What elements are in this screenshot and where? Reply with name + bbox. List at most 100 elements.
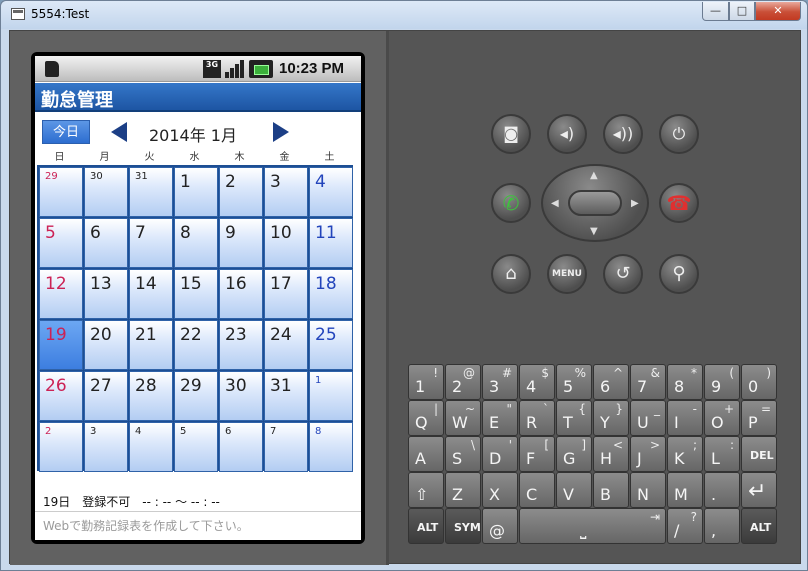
calendar-day-cell[interactable]: 2 [219, 167, 263, 217]
calendar-day-cell[interactable]: 25 [309, 320, 353, 370]
back-icon[interactable]: ↺ [603, 254, 643, 294]
key-comma[interactable]: , [704, 508, 740, 544]
calendar-day-cell[interactable]: 11 [309, 218, 353, 268]
key-X[interactable]: X [482, 472, 518, 508]
calendar-day-cell[interactable]: 1 [309, 371, 353, 421]
device-screen[interactable]: 3G 10:23 PM 勤怠管理 今日 2014年 1月 日 月 火 水 木 金… [35, 56, 361, 540]
calendar-day-cell[interactable]: 28 [129, 371, 173, 421]
minimize-button[interactable]: — [702, 2, 729, 21]
key-p[interactable]: P = [741, 400, 777, 436]
key-u[interactable]: U _ [630, 400, 666, 436]
calendar-day-cell[interactable]: 16 [219, 269, 263, 319]
key-g[interactable]: G] [556, 436, 592, 472]
key-Z[interactable]: Z [445, 472, 481, 508]
calendar-day-cell[interactable]: 8 [309, 422, 353, 472]
calendar-day-cell[interactable]: 7 [264, 422, 308, 472]
calendar-day-cell[interactable]: 5 [39, 218, 83, 268]
menu-button[interactable]: MENU [547, 254, 587, 294]
key-y[interactable]: Y} [593, 400, 629, 436]
hint-text[interactable]: Webで勤務記録表を作成して下さい。 [35, 511, 361, 538]
sym-key[interactable]: SYM [445, 508, 481, 544]
key-at[interactable]: @ [482, 508, 518, 544]
key-4[interactable]: 4 $ [519, 364, 555, 400]
key-2[interactable]: 2 @ [445, 364, 481, 400]
dpad-center-button[interactable] [568, 190, 622, 216]
key-M[interactable]: M [667, 472, 703, 508]
delete-key[interactable]: DEL [741, 436, 777, 472]
key-0[interactable]: 0) [741, 364, 777, 400]
maximize-button[interactable]: □ [729, 2, 755, 21]
calendar-day-cell[interactable]: 29 [174, 371, 218, 421]
calendar-day-cell[interactable]: 13 [84, 269, 128, 319]
key-t[interactable]: T{ [556, 400, 592, 436]
calendar-day-cell[interactable]: 7 [129, 218, 173, 268]
key-7[interactable]: 7 & [630, 364, 666, 400]
key-l[interactable]: L: [704, 436, 740, 472]
calendar-day-cell[interactable]: 9 [219, 218, 263, 268]
key-r[interactable]: R ` [519, 400, 555, 436]
volume-up-icon[interactable]: ◂)) [603, 114, 643, 154]
calendar-day-cell[interactable]: 4 [309, 167, 353, 217]
dpad-left-icon[interactable]: ◀ [551, 198, 559, 209]
key-k[interactable]: K; [667, 436, 703, 472]
calendar-day-cell[interactable]: 26 [39, 371, 83, 421]
key-6[interactable]: 6 ^ [593, 364, 629, 400]
key-w[interactable]: W ~ [445, 400, 481, 436]
alt-key-left[interactable]: ALT [408, 508, 444, 544]
call-icon[interactable]: ✆ [491, 183, 531, 223]
calendar-day-cell[interactable]: 3 [84, 422, 128, 472]
key-d[interactable]: D ' [482, 436, 518, 472]
calendar-day-cell[interactable]: 29 [39, 167, 83, 217]
key-V[interactable]: V [556, 472, 592, 508]
key-slash[interactable]: /? [667, 508, 703, 544]
key-.[interactable]: . [704, 472, 740, 508]
key-j[interactable]: J > [630, 436, 666, 472]
calendar-day-cell[interactable]: 4 [129, 422, 173, 472]
enter-key[interactable]: ↵ [741, 472, 777, 508]
dpad[interactable]: ▲ ▼ ◀ ▶ [541, 164, 649, 242]
dpad-up-icon[interactable]: ▲ [590, 170, 598, 181]
key-s[interactable]: S \ [445, 436, 481, 472]
key-3[interactable]: 3 # [482, 364, 518, 400]
calendar-day-cell[interactable]: 8 [174, 218, 218, 268]
search-icon[interactable]: ⚲ [659, 254, 699, 294]
calendar-day-cell[interactable]: 30 [84, 167, 128, 217]
end-call-icon[interactable]: ☎ [659, 183, 699, 223]
calendar-day-cell[interactable]: 2 [39, 422, 83, 472]
calendar-day-cell[interactable]: 14 [129, 269, 173, 319]
key-9[interactable]: 9( [704, 364, 740, 400]
calendar-day-cell[interactable]: 6 [219, 422, 263, 472]
title-bar[interactable]: 5554:Test — □ ✕ [1, 1, 807, 29]
calendar-day-cell[interactable]: 31 [129, 167, 173, 217]
key-N[interactable]: N [630, 472, 666, 508]
calendar-day-cell[interactable]: 15 [174, 269, 218, 319]
prev-month-icon[interactable] [111, 122, 127, 142]
key-a[interactable]: A [408, 436, 444, 472]
calendar-day-cell[interactable]: 27 [84, 371, 128, 421]
key-q[interactable]: Q | [408, 400, 444, 436]
key-5[interactable]: 5% [556, 364, 592, 400]
key-h[interactable]: H < [593, 436, 629, 472]
calendar-day-cell[interactable]: 10 [264, 218, 308, 268]
dpad-down-icon[interactable]: ▼ [590, 226, 598, 237]
key-8[interactable]: 8 * [667, 364, 703, 400]
calendar-day-cell[interactable]: 23 [219, 320, 263, 370]
key-f[interactable]: F[ [519, 436, 555, 472]
key-1[interactable]: 1! [408, 364, 444, 400]
key-i[interactable]: I- [667, 400, 703, 436]
shift-key[interactable]: ⇧ [408, 472, 444, 508]
calendar-day-cell[interactable]: 19 [39, 320, 83, 370]
calendar-day-cell[interactable]: 6 [84, 218, 128, 268]
calendar-day-cell[interactable]: 12 [39, 269, 83, 319]
home-icon[interactable]: ⌂ [491, 254, 531, 294]
calendar-day-cell[interactable]: 20 [84, 320, 128, 370]
key-e[interactable]: E " [482, 400, 518, 436]
calendar-day-cell[interactable]: 31 [264, 371, 308, 421]
today-button[interactable]: 今日 [42, 120, 90, 144]
power-icon[interactable]: ⏻ [659, 114, 699, 154]
key-B[interactable]: B [593, 472, 629, 508]
calendar-day-cell[interactable]: 3 [264, 167, 308, 217]
dpad-right-icon[interactable]: ▶ [631, 198, 639, 209]
close-button[interactable]: ✕ [755, 2, 801, 21]
calendar-day-cell[interactable]: 17 [264, 269, 308, 319]
